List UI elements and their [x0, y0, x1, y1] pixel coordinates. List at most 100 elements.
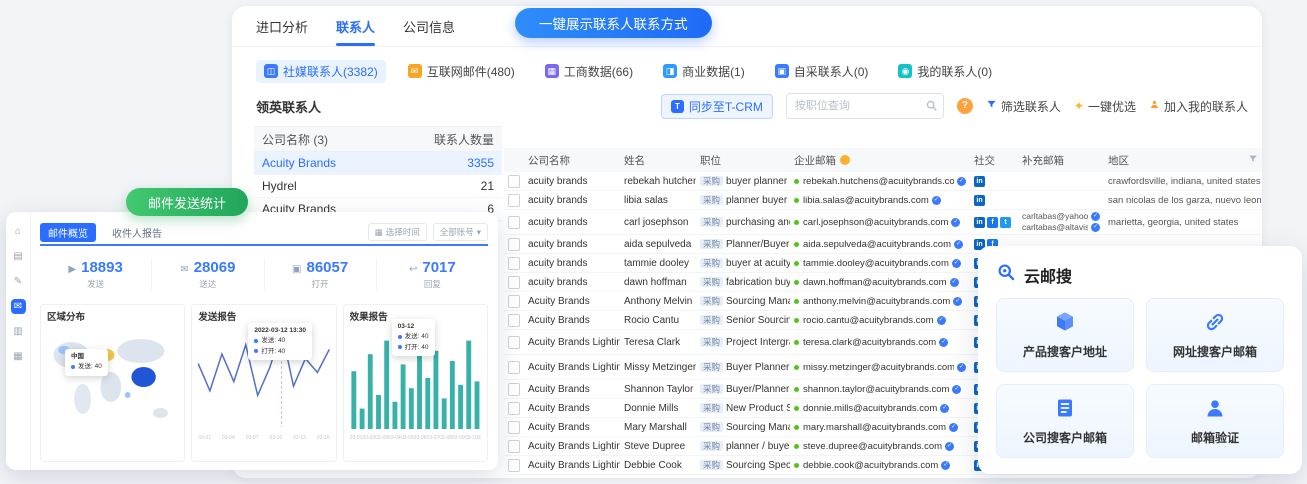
linkedin-icon[interactable]: in: [974, 195, 985, 206]
filter-contacts-button[interactable]: 筛选联系人: [986, 98, 1061, 115]
mail-panel-topbar: 邮件概览收件人报告 ▦ 选择时间 全部账号 ▾: [40, 220, 488, 246]
verify-icon: ✓: [932, 196, 941, 205]
company-cell: Acuity Brands Lighting: [524, 459, 620, 472]
sync-tcrm-button[interactable]: T 同步至T-CRM: [661, 94, 773, 119]
contact-row[interactable]: acuity brandslibia salas采购planner buyerl…: [504, 191, 1262, 210]
col-header-company: 公司名称: [524, 152, 620, 169]
account-select[interactable]: 全部账号 ▾: [433, 223, 488, 241]
company-table-header: 公司名称 (3) 联系人数量: [254, 126, 502, 152]
name-cell: Debbie Cook: [620, 459, 696, 472]
tab-contacts[interactable]: 联系人: [336, 6, 375, 46]
row-checkbox[interactable]: [508, 383, 520, 396]
checkbox-cell: [504, 215, 524, 230]
email-cell: dawn.hoffman@acuitybrands.com✓: [790, 276, 970, 289]
email-text: teresa.clark@acuitybrands.com: [803, 337, 936, 348]
filter-contacts-label: 筛选联系人: [1001, 98, 1061, 115]
company-cell: acuity brands: [524, 276, 620, 289]
report-icon[interactable]: ▦: [11, 349, 26, 364]
email-verify-icon: [1203, 396, 1227, 423]
date-range-picker[interactable]: ▦ 选择时间: [368, 223, 427, 241]
add-to-my-contacts-button[interactable]: 加入我的联系人: [1149, 98, 1248, 115]
row-checkbox[interactable]: [508, 336, 520, 349]
edit-icon[interactable]: ✎: [11, 274, 26, 289]
region-cell: marietta, georgia, united states: [1104, 216, 1262, 229]
position-cell: 采购buyer planner: [696, 174, 790, 188]
toolbar: T 同步至T-CRM ? 筛选联系人 ✦ 一键优选: [661, 93, 1248, 119]
one-click-select-label: 一键优选: [1088, 98, 1136, 115]
company-row[interactable]: Acuity Brands3355: [254, 152, 502, 175]
mail-icon[interactable]: ✉: [11, 299, 26, 314]
stat-replied: ↩7017回复: [377, 259, 488, 290]
email-text: shannon.taylor@acuitybrands.com: [803, 384, 949, 395]
search-input[interactable]: [786, 93, 944, 119]
contact-row[interactable]: acuity brandscarl josephson采购purchasing …: [504, 210, 1262, 235]
one-click-select-button[interactable]: ✦ 一键优选: [1074, 98, 1136, 115]
contact-row[interactable]: acuity brandsrebekah hutchens采购buyer pla…: [504, 172, 1262, 191]
chip-my-contacts[interactable]: ◉我的联系人(0): [890, 60, 1000, 83]
tcrm-icon: T: [671, 100, 684, 113]
tab-import-analysis[interactable]: 进口分析: [256, 6, 308, 46]
row-checkbox[interactable]: [508, 459, 520, 472]
row-checkbox[interactable]: [508, 421, 520, 434]
sync-tcrm-label: 同步至T-CRM: [689, 98, 763, 115]
email-text: steve.dupree@acuitybrands.com: [803, 441, 942, 452]
linkedin-icon[interactable]: in: [974, 176, 985, 187]
twitter-icon[interactable]: t: [1000, 217, 1011, 228]
folder-icon[interactable]: ▥: [11, 324, 26, 339]
cloud-btn-company-email-search[interactable]: 公司搜客户邮箱: [996, 384, 1134, 458]
email-status-dot: [794, 444, 799, 449]
cloud-btn-product-address-search[interactable]: 产品搜客户地址: [996, 298, 1134, 372]
checkbox-cell: [504, 360, 524, 375]
linkedin-icon[interactable]: in: [974, 217, 985, 228]
row-checkbox[interactable]: [508, 175, 520, 188]
mail-tab-overview[interactable]: 邮件概览: [40, 223, 96, 242]
cloud-btn-email-verify[interactable]: 邮箱验证: [1146, 384, 1284, 458]
row-checkbox[interactable]: [508, 295, 520, 308]
chip-social-media[interactable]: ◫社媒联系人(3382): [256, 60, 386, 83]
row-checkbox[interactable]: [508, 276, 520, 289]
mail-tab-recipient-report[interactable]: 收件人报告: [104, 223, 170, 242]
help-icon[interactable]: ?: [957, 98, 973, 114]
chart-region-distribution: 区域分布 中国发送: 40: [40, 304, 185, 462]
position-tag: 采购: [700, 337, 723, 347]
company-cell: Acuity Brands: [524, 295, 620, 308]
email-cell: carl.josephson@acuitybrands.com✓: [790, 216, 970, 229]
chip-commerce-data[interactable]: ◨商业数据(1): [655, 60, 753, 83]
row-checkbox[interactable]: [508, 478, 520, 479]
row-checkbox[interactable]: [508, 314, 520, 327]
cloud-search-grid: 产品搜客户地址网址搜客户邮箱公司搜客户邮箱邮箱验证: [996, 298, 1284, 458]
contact-row[interactable]: Acuity Brands LightingDan Williams采购Sour…: [504, 475, 1262, 478]
chip-self-collected[interactable]: ▣自采联系人(0): [767, 60, 877, 83]
stat-value: 86057: [306, 259, 348, 276]
row-checkbox[interactable]: [508, 402, 520, 415]
chip-internet-mail[interactable]: ✉互联网邮件(480): [400, 60, 523, 83]
row-checkbox[interactable]: [508, 194, 520, 207]
world-map: [47, 325, 178, 437]
row-checkbox[interactable]: [508, 216, 520, 229]
home-icon[interactable]: ⌂: [11, 224, 26, 239]
stat-label: 打开: [265, 278, 376, 290]
name-cell: Anthony Melvin: [620, 295, 696, 308]
chevron-down-icon: ▾: [477, 227, 481, 238]
row-checkbox[interactable]: [508, 238, 520, 251]
email-text: rocio.cantu@acuitybrands.com: [803, 315, 934, 326]
chip-business-registry[interactable]: ▦工商数据(66): [537, 60, 641, 83]
row-checkbox[interactable]: [508, 257, 520, 270]
cloud-btn-url-email-search[interactable]: 网址搜客户邮箱: [1146, 298, 1284, 372]
filter-icon[interactable]: [1248, 154, 1258, 167]
email-text: mary.marshall@acuitybrands.com: [803, 422, 946, 433]
chart-title: 区域分布: [47, 309, 178, 323]
checkbox-cell: [504, 294, 524, 309]
stats-icon[interactable]: ▤: [11, 249, 26, 264]
row-checkbox[interactable]: [508, 361, 520, 374]
tab-company-info[interactable]: 公司信息: [403, 6, 455, 46]
checkbox-cell: [504, 237, 524, 252]
name-cell: Steve Dupree: [620, 440, 696, 453]
search-icon[interactable]: [925, 99, 938, 115]
checkbox-cell: [504, 313, 524, 328]
row-checkbox[interactable]: [508, 440, 520, 453]
facebook-icon[interactable]: f: [987, 217, 998, 228]
company-row[interactable]: Hydrel21: [254, 175, 502, 198]
name-cell: libia salas: [620, 194, 696, 207]
contact-tip-badge: 一键展示联系人联系方式: [515, 8, 712, 38]
